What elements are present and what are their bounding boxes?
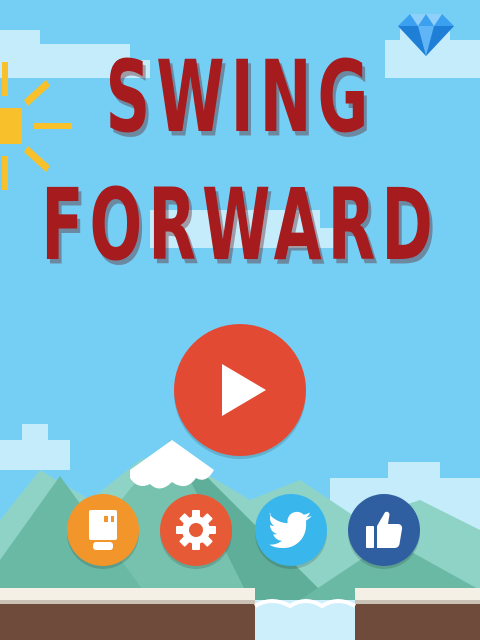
dirt-ground-left [0, 602, 255, 640]
snow-ground-right [355, 588, 480, 602]
snow-ground-left [0, 588, 255, 602]
twitter-button[interactable] [255, 494, 327, 566]
dirt-ground-right [355, 602, 480, 640]
profile-button[interactable] [67, 494, 139, 566]
character-icon [89, 510, 117, 550]
twitter-bird-icon [269, 511, 312, 548]
like-button[interactable] [348, 494, 420, 566]
play-icon [222, 364, 266, 416]
gear-icon [176, 510, 216, 550]
thumbs-up-icon [366, 511, 403, 548]
ice-gap [255, 600, 355, 640]
game-title-line-1: SWING [105, 38, 375, 155]
settings-button[interactable] [160, 494, 232, 566]
play-button[interactable] [174, 324, 306, 456]
cloud-bottom-left [0, 424, 70, 470]
game-title-line-2: FORWARD [41, 166, 439, 283]
